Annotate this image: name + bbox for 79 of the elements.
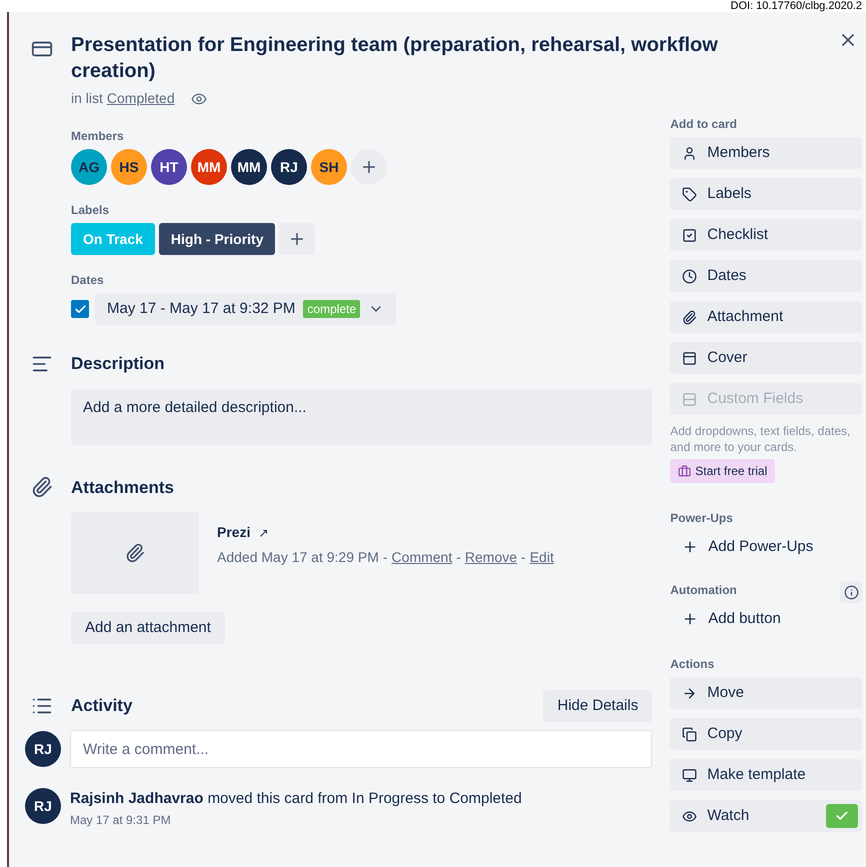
info-button[interactable]	[840, 581, 862, 603]
checkbox-icon	[682, 228, 698, 242]
tag-icon	[682, 186, 698, 202]
section-title: Activity	[71, 695, 132, 718]
member-avatar[interactable]: MM	[231, 149, 267, 185]
watch-icon	[190, 90, 207, 106]
member-avatar[interactable]: HT	[151, 149, 187, 185]
attachment-name[interactable]: Prezi	[217, 522, 250, 543]
cover-icon	[682, 350, 698, 366]
action-button[interactable]: Watch	[670, 800, 862, 832]
activity-time: May 17 at 9:31 PM	[70, 812, 172, 828]
sidebar-button[interactable]: Members	[670, 137, 862, 169]
user-avatar: RJ	[25, 731, 61, 767]
add-button-button[interactable]: Add button	[670, 603, 793, 635]
hide-details-button[interactable]: Hide Details	[543, 690, 652, 722]
paperclip-icon	[682, 310, 698, 324]
plus-icon	[360, 158, 378, 176]
attachment-date: Added May 17 at 9:29 PM	[217, 548, 379, 567]
separator: -	[382, 548, 388, 567]
member-avatar[interactable]: AG	[71, 149, 107, 185]
list-link[interactable]: Completed	[106, 88, 175, 109]
member-avatar[interactable]: MM	[191, 149, 227, 185]
info-icon	[844, 584, 858, 600]
copy-icon	[682, 726, 698, 742]
add-attachment-button[interactable]: Add an attachment	[71, 612, 225, 644]
sidebar-button[interactable]: Dates	[670, 260, 862, 292]
action-button[interactable]: Copy	[670, 718, 862, 750]
member-avatar[interactable]: HS	[111, 149, 147, 185]
sidebar-button[interactable]: Attachment	[670, 301, 862, 333]
add-member-button[interactable]	[351, 149, 387, 185]
card-title: Presentation for Engineering team (preparation, rehearsal, workflow creation)	[71, 33, 719, 84]
clock-icon	[682, 268, 698, 284]
date-checkbox[interactable]	[71, 300, 89, 318]
add-label-button[interactable]	[279, 223, 316, 255]
label-chip[interactable]: High - Priority	[158, 223, 276, 255]
eye-icon	[682, 808, 698, 824]
member-avatar[interactable]: RJ	[271, 149, 307, 185]
members-heading: Members	[71, 128, 125, 145]
check-icon	[835, 809, 849, 823]
action-button[interactable]: Make template	[670, 759, 862, 791]
sidebar-heading: Automation	[670, 582, 737, 599]
attachment-thumbnail[interactable]	[71, 512, 199, 594]
briefcase-icon	[678, 464, 692, 478]
sidebar-button[interactable]: Cover	[670, 342, 862, 374]
arrow-right-icon	[682, 686, 698, 700]
external-link-mark[interactable]: ↗	[258, 524, 268, 542]
labels-heading: Labels	[71, 202, 110, 219]
template-icon	[682, 768, 698, 782]
dates-heading: Dates	[71, 272, 105, 289]
action-button[interactable]: Move	[670, 677, 862, 709]
member-avatar[interactable]: SH	[311, 149, 347, 185]
section-title: Description	[71, 353, 165, 375]
activity-text: Rajsinh Jadhavrao moved this card from In Progress to Completed	[70, 789, 522, 809]
sidebar-heading: Power-Ups	[670, 510, 734, 527]
add-power-ups-button[interactable]: Add Power-Ups	[670, 531, 826, 563]
user-avatar: RJ	[25, 788, 61, 824]
attachment-action-link[interactable]: Comment	[392, 547, 452, 568]
attachment-action-link[interactable]: Remove	[464, 547, 518, 568]
custom-fields-note: Add dropdowns, text fields, dates, and more to your cards.	[670, 423, 852, 455]
paperclip-icon	[31, 476, 53, 498]
sidebar-button[interactable]: Checklist	[670, 219, 862, 251]
doi-text: DOI: 10.17760/clbg.2020.2	[730, 0, 862, 12]
comment-field[interactable]: Write a comment...	[70, 730, 652, 768]
sidebar-heading: Add to card	[670, 116, 738, 133]
start-trial-button[interactable]: Start free trial	[670, 459, 776, 483]
fields-icon	[682, 392, 698, 406]
section-title: Attachments	[71, 476, 174, 498]
complete-badge: complete	[303, 300, 360, 318]
separator: -	[456, 548, 461, 567]
list-prefix: in list	[71, 89, 103, 108]
date-button[interactable]: May 17 - May 17 at 9:32 PM complete	[95, 293, 396, 325]
paperclip-icon	[125, 543, 145, 563]
sidebar-button[interactable]: Labels	[670, 178, 862, 210]
separator: -	[521, 548, 526, 567]
sidebar-heading: Actions	[670, 656, 716, 673]
attachment-action-link[interactable]: Edit	[530, 547, 554, 568]
description-field[interactable]: Add a more detailed description...	[71, 388, 652, 444]
person-icon	[682, 146, 698, 160]
check-icon	[74, 302, 86, 316]
